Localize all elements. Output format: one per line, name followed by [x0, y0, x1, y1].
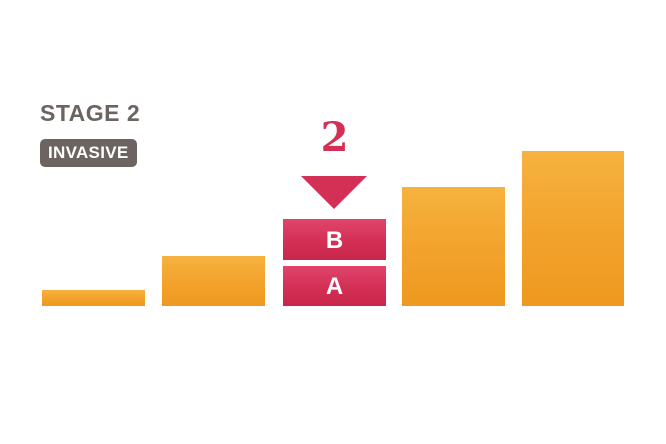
- stage-badge: INVASIVE: [40, 139, 137, 167]
- stage-step-2: [162, 256, 265, 306]
- stage-step-5: [522, 151, 624, 306]
- highlighted-stage-number: 2: [320, 114, 349, 161]
- stage-step-4: [402, 187, 505, 306]
- stage-title: STAGE 2: [40, 100, 141, 126]
- stage-step-1: [42, 290, 145, 306]
- down-arrow-icon: [301, 176, 367, 209]
- substage-a: A: [283, 266, 386, 306]
- substage-b: B: [283, 219, 386, 260]
